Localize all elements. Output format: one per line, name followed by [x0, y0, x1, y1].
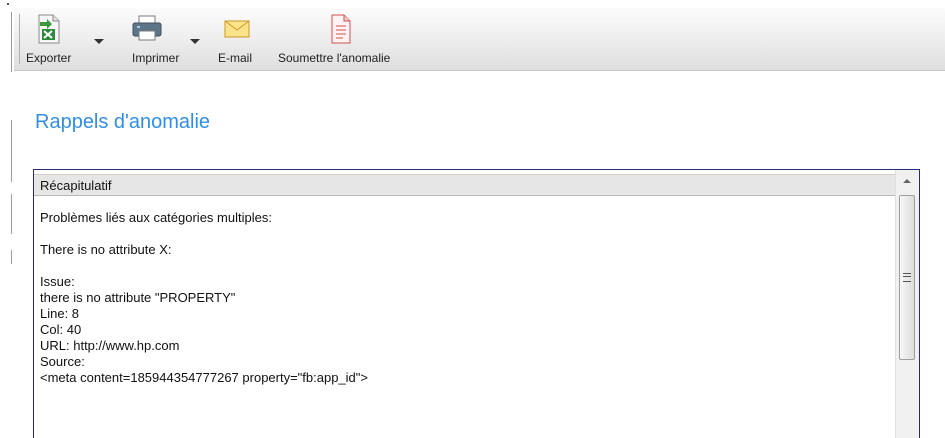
submit-defect-button[interactable]: Soumettre l'anomalie [276, 8, 424, 70]
summary-content: Problèmes liés aux catégories multiples:… [40, 210, 890, 386]
document-report-icon [331, 14, 351, 44]
summary-line: <meta content=185944354777267 property="… [40, 370, 368, 385]
email-button[interactable]: E-mail [212, 8, 270, 70]
frame-edge [11, 194, 12, 234]
frame-edge [11, 250, 12, 264]
export-excel-icon [38, 14, 60, 44]
grip-icon [903, 273, 911, 282]
toolbar: Exporter Imprimer E-mail Soumettre l'ano… [14, 8, 945, 71]
printer-icon [132, 15, 162, 41]
summary-line: Issue: [40, 274, 75, 289]
summary-line: there is no attribute "PROPERTY" [40, 290, 236, 305]
summary-header: Récapitulatif [34, 174, 896, 196]
summary-line: Problèmes liés aux catégories multiples: [40, 210, 272, 225]
export-button[interactable]: Exporter [24, 8, 116, 70]
summary-line: Col: 40 [40, 322, 82, 337]
envelope-icon [224, 20, 250, 38]
frame-edge [11, 120, 12, 182]
summary-line: URL: http://www.hp.com [40, 338, 180, 353]
scroll-up-arrow-icon[interactable] [903, 179, 911, 183]
summary-blank-line [40, 226, 890, 242]
summary-line: There is no attribute X: [40, 242, 172, 257]
print-label: Imprimer [132, 51, 180, 65]
page-title: Rappels d'anomalie [35, 111, 211, 133]
email-label: E-mail [218, 51, 253, 65]
submit-defect-label: Soumettre l'anomalie [278, 51, 391, 65]
summary-panel: Récapitulatif Problèmes liés aux catégor… [33, 169, 920, 438]
export-label: Exporter [26, 51, 72, 65]
vertical-scrollbar[interactable] [895, 170, 919, 438]
summary-line: Source: [40, 354, 85, 369]
scroll-thumb[interactable] [899, 195, 915, 360]
summary-blank-line [40, 258, 890, 274]
summary-line: Line: 8 [40, 306, 80, 321]
toolbar-separator [19, 14, 20, 64]
print-button[interactable]: Imprimer [118, 8, 210, 70]
print-dropdown-arrow[interactable] [190, 39, 200, 44]
window-corner-mark [7, 3, 9, 5]
export-dropdown-arrow[interactable] [94, 39, 104, 44]
frame-edge [11, 12, 12, 72]
